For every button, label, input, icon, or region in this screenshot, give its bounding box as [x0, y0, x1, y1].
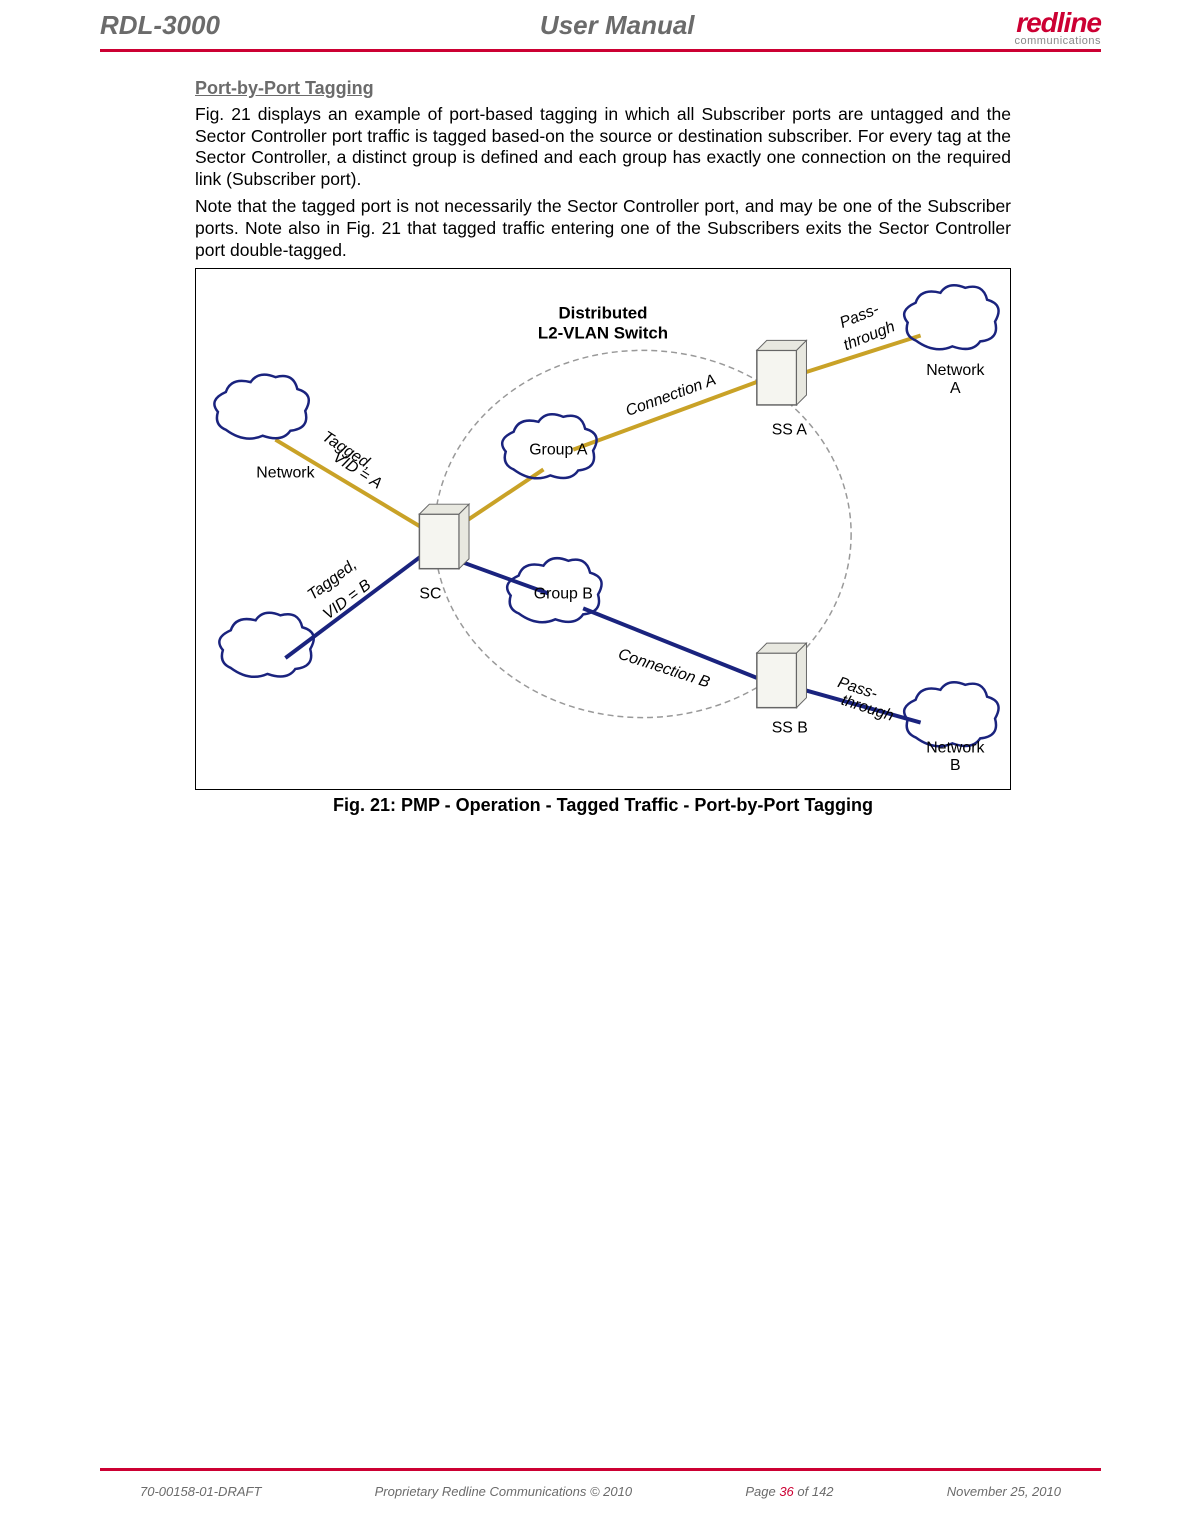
- page-pre: Page: [745, 1484, 779, 1499]
- cloud-network-b: [904, 682, 998, 746]
- ss-a-label: SS A: [772, 422, 808, 439]
- footer-center: Proprietary Redline Communications © 201…: [375, 1484, 632, 1499]
- network-a-label-1: Network: [926, 362, 984, 379]
- footer-date: November 25, 2010: [947, 1484, 1061, 1499]
- group-b-label: Group B: [534, 585, 593, 602]
- header-row: RDL-3000 User Manual redline communicati…: [0, 0, 1201, 49]
- device-ss-a: [757, 340, 807, 405]
- page-current: 36: [779, 1484, 793, 1499]
- doc-id: RDL-3000: [100, 10, 220, 41]
- network-left-label: Network: [256, 464, 314, 481]
- page-post: of 142: [794, 1484, 834, 1499]
- footer-divider: [100, 1468, 1101, 1471]
- network-b-label-2: B: [950, 757, 961, 774]
- cloud-group-b: Group B: [507, 558, 601, 622]
- group-a-label: Group A: [529, 441, 588, 458]
- section-heading: Port-by-Port Tagging: [195, 77, 1011, 100]
- device-ss-b: [757, 643, 807, 708]
- diagram-title-2: L2-VLAN Switch: [538, 323, 668, 342]
- device-sc: [419, 504, 469, 569]
- cloud-network-a: [904, 285, 998, 349]
- paragraph-2: Note that the tagged port is not necessa…: [195, 196, 1011, 262]
- cloud-group-a: Group A: [502, 414, 596, 478]
- ss-b-label: SS B: [772, 719, 808, 736]
- logo-sub: communications: [1015, 35, 1101, 47]
- diagram-title-1: Distributed: [559, 303, 648, 322]
- logo-main: redline: [1015, 10, 1101, 35]
- network-b-label-1: Network: [926, 739, 984, 756]
- diagram-container: Group A Group B: [195, 268, 1011, 790]
- logo-block: redline communications: [1015, 10, 1101, 47]
- doc-title: User Manual: [540, 10, 695, 41]
- footer-row: 70-00158-01-DRAFT Proprietary Redline Co…: [140, 1484, 1061, 1499]
- network-diagram: Group A Group B: [206, 279, 1000, 779]
- cloud-network-left-top: [214, 374, 308, 438]
- sc-label: SC: [419, 585, 441, 602]
- cloud-network-left-bottom: [219, 613, 313, 677]
- page-content: Port-by-Port Tagging Fig. 21 displays an…: [0, 77, 1201, 816]
- footer-page: Page 36 of 142: [745, 1484, 833, 1499]
- header-divider: [100, 49, 1101, 52]
- network-a-label-2: A: [950, 380, 961, 397]
- paragraph-1: Fig. 21 displays an example of port-base…: [195, 104, 1011, 192]
- figure-caption: Fig. 21: PMP - Operation - Tagged Traffi…: [195, 794, 1011, 817]
- footer-left: 70-00158-01-DRAFT: [140, 1484, 261, 1499]
